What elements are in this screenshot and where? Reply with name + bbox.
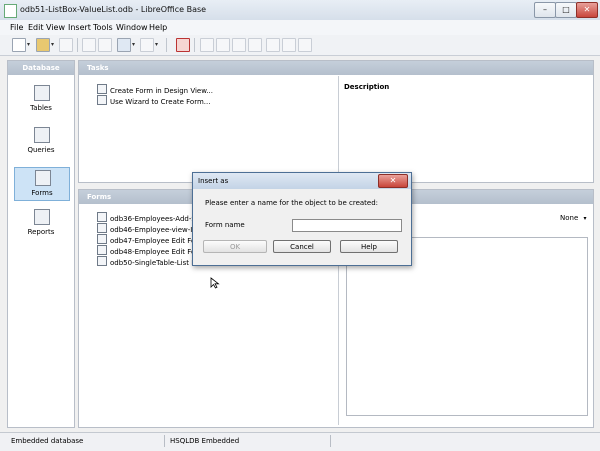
- list-item[interactable]: odb47-Employee Edit Form: [97, 234, 205, 245]
- database-panel: Database Tables Queries Forms Reports: [7, 60, 75, 428]
- preview-select[interactable]: None ▾: [560, 214, 587, 222]
- dialog-close-button[interactable]: ✕: [378, 174, 408, 188]
- form-icon: [97, 245, 107, 255]
- menu-bar: File Edit View Insert Tools Window Help: [0, 20, 600, 35]
- chevron-down-icon[interactable]: ▾: [27, 41, 30, 48]
- form-rename-icon[interactable]: [248, 38, 262, 52]
- wizard-icon: [97, 95, 107, 105]
- form-design-icon: [97, 84, 107, 94]
- form-icon: [97, 223, 107, 233]
- open-folder-icon[interactable]: [36, 38, 50, 52]
- report-icon: [34, 209, 50, 225]
- query-icon: [34, 127, 50, 143]
- toolbar: ▾ ▾ ▾ ▾: [0, 35, 600, 56]
- form-delete-icon[interactable]: [232, 38, 246, 52]
- tasks-panel-title: Tasks: [79, 61, 593, 75]
- cut-icon[interactable]: [82, 38, 96, 52]
- cancel-button[interactable]: Cancel: [273, 240, 331, 253]
- form-name: odb36-Employees-Add-Sul: [110, 215, 203, 223]
- list-item[interactable]: odb50-SingleTable-List Box: [97, 256, 205, 267]
- ok-button[interactable]: OK: [203, 240, 267, 253]
- form-name: odb50-SingleTable-List Box: [110, 259, 205, 267]
- sidebar-item-reports[interactable]: Reports: [14, 207, 68, 239]
- insert-as-dialog: Insert as ✕ Please enter a name for the …: [192, 172, 412, 266]
- description-title: Description: [344, 83, 390, 91]
- close-button[interactable]: ✕: [576, 2, 598, 18]
- status-database-type: Embedded database: [11, 437, 84, 445]
- form-icon: [97, 256, 107, 266]
- chevron-down-icon: ▾: [583, 215, 587, 222]
- sidebar-item-queries[interactable]: Queries: [14, 125, 68, 157]
- form-name-label: Form name: [205, 221, 245, 229]
- sidebar-item-label: Forms: [31, 189, 53, 197]
- dialog-prompt: Please enter a name for the object to be…: [205, 199, 379, 207]
- status-bar: Embedded database HSQLDB Embedded: [0, 432, 600, 451]
- sidebar-item-label: Reports: [27, 228, 55, 236]
- chevron-down-icon[interactable]: ▾: [51, 41, 54, 48]
- form-name: odb48-Employee Edit Form: [110, 248, 205, 256]
- form-icon: [35, 170, 51, 186]
- database-panel-title: Database: [8, 61, 74, 75]
- tasks-panel: Tasks: [78, 60, 594, 183]
- list-item[interactable]: odb48-Employee Edit Form: [97, 245, 205, 256]
- mouse-pointer-icon: [210, 277, 220, 289]
- form-name-input[interactable]: [292, 219, 402, 232]
- save-icon[interactable]: [59, 38, 73, 52]
- window-title: odb51-ListBox-ValueList.odb - LibreOffic…: [20, 5, 207, 14]
- list-item[interactable]: odb46-Employee-view-Info: [97, 223, 204, 234]
- menu-file[interactable]: File: [10, 23, 23, 32]
- task-form-wizard[interactable]: Use Wizard to Create Form...: [97, 95, 211, 106]
- menu-help[interactable]: Help: [149, 23, 167, 32]
- status-divider: [164, 435, 165, 447]
- menu-window[interactable]: Window: [116, 23, 148, 32]
- task-label: Create Form in Design View...: [110, 87, 213, 95]
- maximize-button[interactable]: □: [555, 2, 577, 18]
- form-open-icon[interactable]: [200, 38, 214, 52]
- form-name: odb47-Employee Edit Form: [110, 237, 205, 245]
- task-label: Use Wizard to Create Form...: [110, 98, 211, 106]
- icons-view-icon[interactable]: [298, 38, 312, 52]
- title-bar: odb51-ListBox-ValueList.odb - LibreOffic…: [0, 0, 600, 21]
- sidebar-item-label: Queries: [27, 146, 55, 154]
- form-edit-icon[interactable]: [216, 38, 230, 52]
- task-create-form-design[interactable]: Create Form in Design View...: [97, 84, 213, 95]
- new-document-icon[interactable]: [12, 38, 26, 52]
- details-icon[interactable]: [266, 38, 280, 52]
- minimize-button[interactable]: –: [534, 2, 556, 18]
- toolbar-separator: [77, 38, 78, 52]
- menu-insert[interactable]: Insert: [68, 23, 91, 32]
- dialog-title: Insert as: [198, 177, 229, 185]
- app-icon: [4, 4, 17, 18]
- table-icon: [34, 85, 50, 101]
- tasks-divider: [338, 76, 339, 180]
- menu-edit[interactable]: Edit: [28, 23, 44, 32]
- report-icon[interactable]: [176, 38, 190, 52]
- dialog-title-bar: Insert as ✕: [193, 173, 411, 189]
- sidebar-item-label: Tables: [30, 104, 52, 112]
- menu-tools[interactable]: Tools: [93, 23, 113, 32]
- dialog-body: Please enter a name for the object to be…: [197, 190, 405, 260]
- sidebar-item-tables[interactable]: Tables: [14, 83, 68, 115]
- form-icon: [97, 212, 107, 222]
- copy-icon[interactable]: [98, 38, 112, 52]
- status-engine: HSQLDB Embedded: [170, 437, 240, 445]
- form-icon: [97, 234, 107, 244]
- list-icon[interactable]: [282, 38, 296, 52]
- list-item[interactable]: odb36-Employees-Add-Sul: [97, 212, 203, 223]
- paste-icon[interactable]: [117, 38, 131, 52]
- preview-select-value: None: [560, 214, 579, 222]
- menu-view[interactable]: View: [46, 23, 65, 32]
- toolbar-separator: [194, 38, 195, 52]
- chevron-down-icon[interactable]: ▾: [155, 41, 158, 48]
- help-button[interactable]: Help: [340, 240, 398, 253]
- sidebar-item-forms[interactable]: Forms: [14, 167, 70, 201]
- chevron-down-icon[interactable]: ▾: [132, 41, 135, 48]
- sort-icon[interactable]: [140, 38, 154, 52]
- status-divider: [330, 435, 331, 447]
- toolbar-separator: [166, 38, 167, 52]
- form-name: odb46-Employee-view-Info: [110, 226, 204, 234]
